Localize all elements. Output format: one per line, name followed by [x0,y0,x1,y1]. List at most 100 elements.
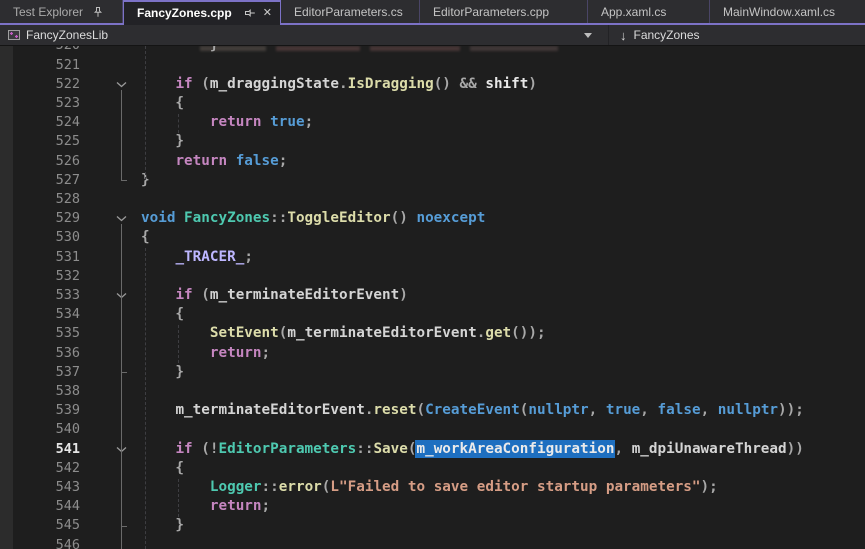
tab-label: MainWindow.xaml.cs [723,5,835,19]
tab-mainwindow-xaml-cs[interactable]: MainWindow.xaml.cs [710,0,865,25]
code-editor-area[interactable]: 520 }521522 if (m_draggingState.IsDraggi… [0,46,865,549]
code-line-text: } [141,132,184,151]
code-line[interactable]: 527} [0,171,865,190]
code-line[interactable]: 540 [0,420,865,439]
line-number: 524 [13,113,80,132]
line-number: 538 [13,382,80,401]
indent-guide [178,325,179,363]
indent-guide [178,479,179,517]
line-number: 521 [13,56,80,75]
member-arrow-icon: ↓ [620,28,627,43]
tab-label: FancyZones.cpp [137,6,232,20]
line-number: 529 [13,209,80,228]
code-line[interactable]: 530{ [0,228,865,247]
code-line[interactable]: 529 void FancyZones::ToggleEditor() noexc… [0,209,865,228]
code-line-text: if (m_draggingState.IsDragging() && shif… [141,75,537,94]
code-line-text: _TRACER_; [141,248,253,267]
code-line[interactable]: 539 m_terminateEditorEvent.reset(CreateE… [0,401,865,420]
tab-fancyzones-cpp[interactable]: FancyZones.cpp ✕ [123,0,281,25]
code-line-text: if (m_terminateEditorEvent) [141,286,408,305]
code-line[interactable]: 542 { [0,459,865,478]
line-number: 541 [13,440,80,459]
tab-editorparameters-cpp[interactable]: EditorParameters.cpp [420,0,588,25]
line-number: 543 [13,478,80,497]
code-line[interactable]: 522 if (m_draggingState.IsDragging() && … [0,75,865,94]
line-number: 537 [13,363,80,382]
close-icon[interactable]: ✕ [263,5,272,21]
tab-label: Test Explorer [13,5,83,19]
line-number: 522 [13,75,80,94]
code-line[interactable]: 531 _TRACER_; [0,248,865,267]
navigation-bar: FancyZonesLib ↓ FancyZones [0,25,865,46]
code-line-text: { [141,94,184,113]
code-line[interactable]: 535 SetEvent(m_terminateEditorEvent.get(… [0,324,865,343]
code-line[interactable]: 537 } [0,363,865,382]
outline-corner-mark [121,180,127,181]
code-line[interactable]: 521 [0,56,865,75]
chevron-down-icon [584,33,592,38]
line-number: 545 [13,516,80,535]
code-line[interactable]: 524 return true; [0,113,865,132]
code-line-text: SetEvent(m_terminateEditorEvent.get()); [141,324,546,343]
vs-code-editor-window: Test Explorer FancyZones.cpp ✕ EditorP [0,0,865,549]
line-number: 546 [13,536,80,549]
tab-label: EditorParameters.cpp [433,5,549,19]
pin-icon[interactable] [90,4,106,20]
code-line[interactable]: 545 } [0,516,865,535]
code-line-text: return false; [141,152,287,171]
line-number: 532 [13,267,80,286]
code-line[interactable]: 533 if (m_terminateEditorEvent) [0,286,865,305]
cpp-project-icon [7,28,21,42]
line-number: 539 [13,401,80,420]
code-line[interactable]: 526 return false; [0,152,865,171]
outline-corner-mark [121,372,127,373]
code-line[interactable]: 525 } [0,132,865,151]
indent-guide [145,248,146,549]
code-line-text: return true; [141,113,313,132]
tab-app-xaml-cs[interactable]: App.xaml.cs [588,0,710,25]
code-line[interactable]: 528 [0,190,865,209]
tab-label: EditorParameters.cs [294,5,403,19]
code-line-text: return; [141,344,270,363]
project-dropdown[interactable]: FancyZonesLib [0,25,609,45]
indent-guide [145,46,146,180]
code-line-text: { [141,305,184,324]
outline-corner-mark [121,526,127,527]
code-line-text: } [141,363,184,382]
tab-editorparameters-cs[interactable]: EditorParameters.cs [281,0,420,25]
tab-test-explorer[interactable]: Test Explorer [0,0,123,25]
line-number: 525 [13,132,80,151]
line-number: 520 [13,46,80,56]
code-line-text: if (!EditorParameters::Save(m_workAreaCo… [141,440,804,459]
code-line-text: return; [141,497,270,516]
line-number: 523 [13,94,80,113]
project-name: FancyZonesLib [26,28,108,42]
outline-guide-line [121,224,122,549]
code-line-text: } [141,516,184,535]
indent-guide [178,114,179,133]
code-line[interactable]: 541 if (!EditorParameters::Save(m_workAr… [0,440,865,459]
member-name: FancyZones [634,28,700,42]
code-line[interactable]: 538 [0,382,865,401]
line-number: 527 [13,171,80,190]
code-line[interactable]: 520 } [0,46,865,56]
code-line[interactable]: 543 Logger::error(L"Failed to save edito… [0,478,865,497]
line-number: 526 [13,152,80,171]
line-number: 531 [13,248,80,267]
member-dropdown[interactable]: ↓ FancyZones [609,25,865,45]
code-line[interactable]: 546 [0,536,865,549]
line-number: 528 [13,190,80,209]
code-line[interactable]: 544 return; [0,497,865,516]
code-line-text: void FancyZones::ToggleEditor() noexcept [141,209,485,228]
line-number: 544 [13,497,80,516]
pin-icon[interactable] [242,7,258,19]
code-line[interactable]: 534 { [0,305,865,324]
line-number: 536 [13,344,80,363]
code-line-text: m_terminateEditorEvent.reset(CreateEvent… [141,401,804,420]
code-line[interactable]: 523 { [0,94,865,113]
code-line[interactable]: 532 [0,267,865,286]
code-line-text: Logger::error(L"Failed to save editor st… [141,478,718,497]
code-line[interactable]: 536 return; [0,344,865,363]
line-number: 535 [13,324,80,343]
code-line-text: } [141,46,218,56]
